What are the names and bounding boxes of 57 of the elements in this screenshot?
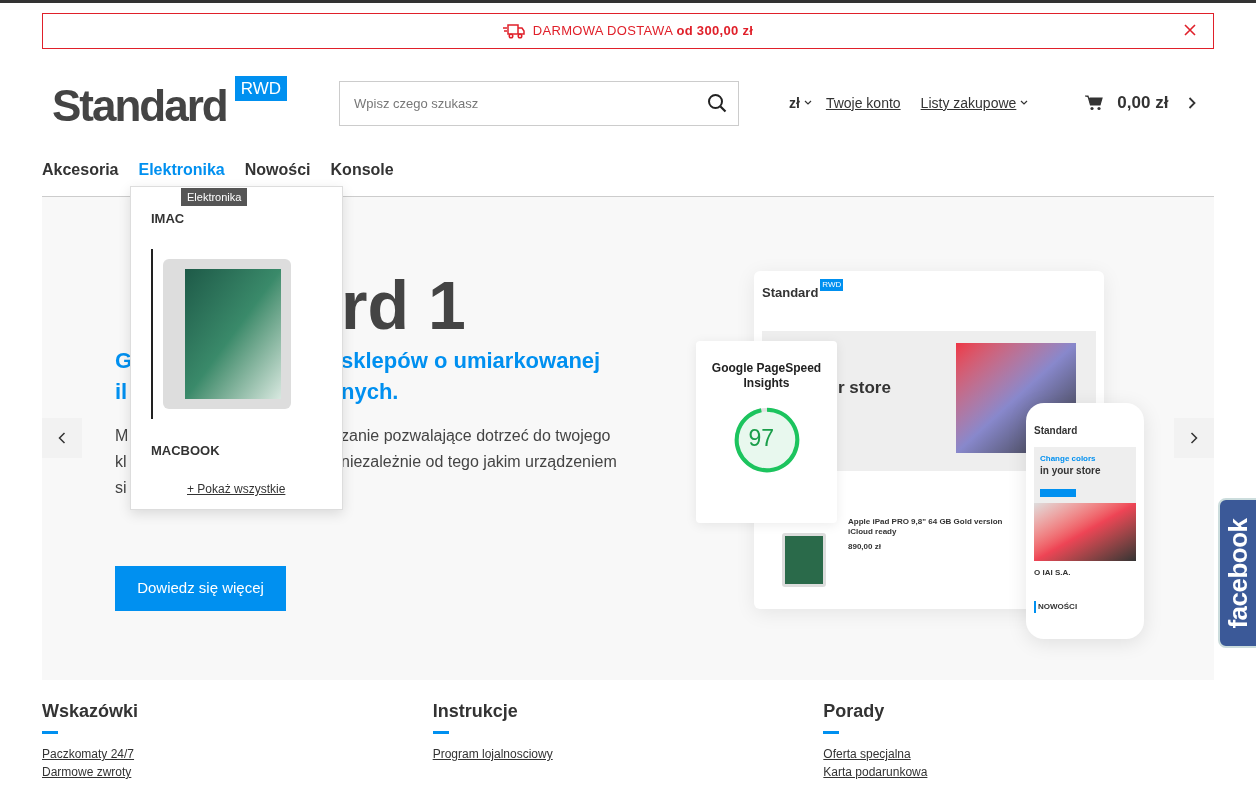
- mockup-product-price: 890,00 zł: [848, 540, 882, 553]
- promo-text: DARMOWA DOSTAWA od 300,00 zł: [532, 22, 754, 41]
- hero-text-fragment: G: [115, 348, 133, 373]
- logo[interactable]: Standard RWD: [52, 78, 339, 128]
- logo-text: Standard: [52, 84, 227, 128]
- nav-item[interactable]: Konsole: [330, 158, 394, 182]
- dropdown-item[interactable]: IMAC: [151, 209, 322, 229]
- nav-item[interactable]: Akcesoria: [42, 158, 119, 182]
- tablet-thumbnail: [782, 533, 826, 587]
- footer-link[interactable]: Oferta specjalna: [823, 745, 911, 763]
- chevron-down-icon: [803, 100, 812, 106]
- footer-heading: Instrukcje: [432, 700, 519, 723]
- cart-icon: [1085, 95, 1104, 111]
- hero-text-fragment: zanie pozwalające dotrzeć do twojego: [341, 426, 611, 446]
- chevron-right-icon: [1190, 432, 1198, 444]
- truck-icon: [502, 23, 525, 39]
- hero-text-fragment: si: [115, 479, 127, 496]
- footer-link[interactable]: Program lojalnosciowy: [432, 745, 553, 763]
- close-button[interactable]: [1183, 22, 1199, 38]
- search-icon[interactable]: [707, 92, 727, 113]
- hero-text-fragment: kl: [115, 453, 127, 470]
- mockup-headline: r store: [838, 376, 891, 399]
- shopping-lists-dropdown[interactable]: Listy zakupowe: [920, 92, 1029, 114]
- chevron-right-icon: [1188, 97, 1197, 109]
- search-field[interactable]: Wpisz czego szukasz: [339, 80, 739, 126]
- tooltip: Elektronika: [181, 188, 248, 206]
- hero-text-fragment: sklepów o umiarkowanej: [341, 347, 601, 375]
- phone-about-title: O IAI S.A.: [1034, 567, 1072, 579]
- account-link[interactable]: Twoje konto: [825, 92, 901, 114]
- hero-text-fragment: niezależnie od tego jakim urządzeniem: [341, 452, 617, 472]
- mockup-logo-badge: RWD: [820, 279, 844, 291]
- footer-heading: Porady: [823, 700, 886, 723]
- pagespeed-title: Google PageSpeed Insights: [710, 361, 823, 391]
- phone-kicker: Change colors: [1040, 453, 1096, 465]
- phone-logo: Standard: [1034, 425, 1078, 436]
- phone-headline: in your store: [1040, 465, 1101, 477]
- hero-text-fragment: M: [115, 427, 129, 444]
- footer-link[interactable]: Karta podarunkowa: [823, 763, 928, 781]
- pagespeed-score: 97: [748, 427, 775, 450]
- logo-badge: RWD: [234, 76, 287, 101]
- hero-text-fragment: nych.: [341, 378, 399, 406]
- mockup-product-title: Apple iPad PRO 9,8" 64 GB Gold version iCloud ready: [848, 516, 1004, 537]
- chevron-down-icon: [1020, 100, 1029, 106]
- cart-button[interactable]: 0,00 zł: [1085, 90, 1197, 116]
- show-all-link[interactable]: + Pokaż wszystkie: [187, 480, 322, 498]
- nav-item[interactable]: Nowości: [244, 158, 311, 182]
- currency-dropdown[interactable]: zł: [789, 92, 812, 114]
- mockup-logo: Standard: [762, 284, 819, 302]
- footer-link[interactable]: Darmowe zwroty: [42, 763, 132, 781]
- phone-section-title: NOWOŚCI: [1034, 601, 1136, 613]
- footer-link[interactable]: Paczkomaty 24/7: [42, 745, 135, 763]
- chevron-left-icon: [58, 432, 66, 444]
- dropdown-item[interactable]: MACBOOK: [151, 440, 322, 460]
- hero-text-fragment: rd 1: [341, 271, 466, 339]
- footer-heading: Wskazówki: [42, 700, 140, 723]
- hero-text-fragment: il: [115, 379, 128, 404]
- facebook-tab[interactable]: facebook: [1218, 498, 1256, 648]
